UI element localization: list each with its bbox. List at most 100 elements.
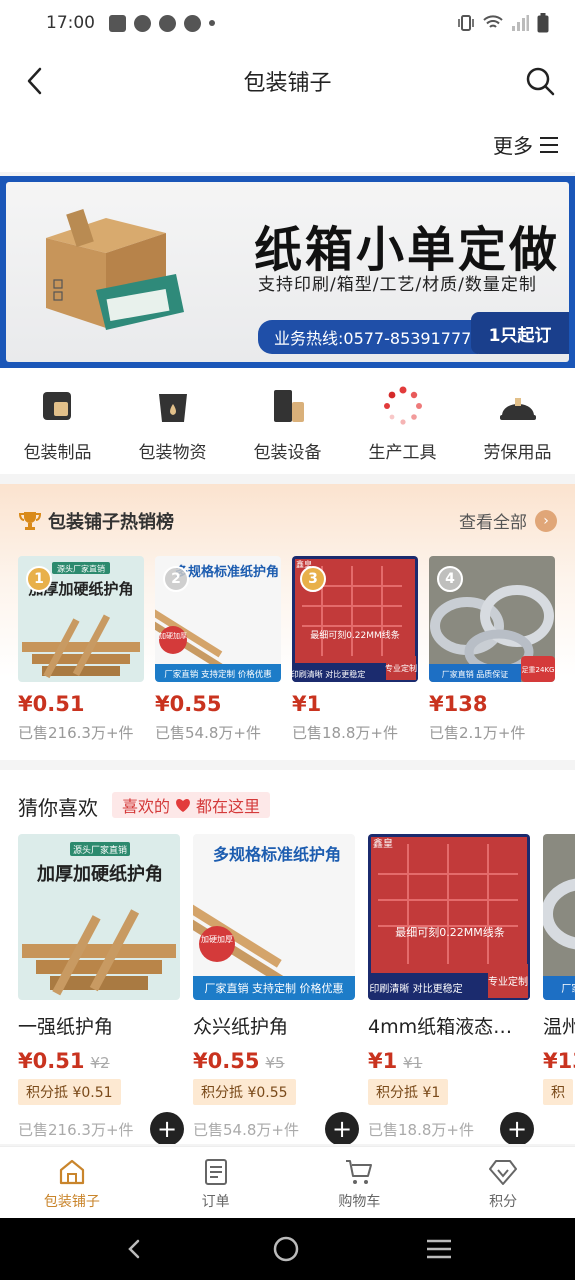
hot-product-card[interactable]: 多规格标准纸护角 加硬加厚 厂家直销 支持定制 价格优惠 2 ¥0.55 已售5… xyxy=(155,556,281,743)
hot-product-card[interactable]: 鑫皇 最细可刻0.22MM线条 印刷清晰 对比更稳定 专业定制 3 ¥1 已售1… xyxy=(292,556,418,743)
app-notification-icon xyxy=(159,14,176,32)
product-image: 多规格标准纸护角 加硬加厚 厂家直销 支持定制 价格优惠 xyxy=(193,834,355,1000)
chevron-right-icon: › xyxy=(535,509,557,532)
order-list-icon xyxy=(204,1159,227,1185)
points-deduct-badge: 积 xyxy=(543,1079,573,1105)
recommend-product-card[interactable]: 鑫皇 最细可刻0.22MM线条 印刷清晰 对比更稳定 专业定制 4mm纸箱液态树… xyxy=(368,834,534,1144)
product-image: 鑫皇 最细可刻0.22MM线条 印刷清晰 对比更稳定 专业定制 3 xyxy=(292,556,418,682)
product-sold-count: 已售2.1万+件 xyxy=(429,724,526,742)
system-home-icon[interactable] xyxy=(272,1235,300,1263)
svg-text:专业定制: 专业定制 xyxy=(385,663,417,673)
tag-text-after: 都在这里 xyxy=(196,797,261,816)
heart-icon xyxy=(176,799,190,812)
tab-points[interactable]: 积分 xyxy=(431,1147,575,1218)
product-image: 鑫皇 最细可刻0.22MM线条 印刷清晰 对比更稳定 专业定制 xyxy=(368,834,530,1000)
packaging-supplies-icon xyxy=(158,394,187,422)
hot-product-card[interactable]: 厂家直销 品质保证 足重24KG 4 ¥138 已售2.1万+件 xyxy=(429,556,555,743)
steel-wire-product-image: 厂家直销 品质保证 xyxy=(543,834,575,1000)
promo-banner[interactable]: 纸箱小单定做 支持印刷/箱型/工艺/材质/数量定制 业务热线:0577-8539… xyxy=(0,176,575,368)
system-back-icon[interactable] xyxy=(123,1237,147,1261)
svg-text:多规格标准纸护角: 多规格标准纸护角 xyxy=(213,845,341,864)
category-safety-supplies[interactable]: 劳保用品 xyxy=(460,368,575,474)
recommend-product-card[interactable]: 厂家直销 品质保证 温州 ¥13 积 xyxy=(543,834,575,1140)
shop-home-icon xyxy=(59,1159,84,1185)
category-packaging-products[interactable]: 包装制品 xyxy=(0,368,115,474)
tab-label: 订单 xyxy=(201,1194,230,1210)
system-nav-bar xyxy=(0,1218,575,1280)
add-to-cart-button[interactable]: + xyxy=(500,1112,534,1144)
svg-text:专业定制: 专业定制 xyxy=(488,975,528,988)
category-label: 包装物资 xyxy=(138,443,207,463)
system-recents-icon[interactable] xyxy=(425,1237,453,1261)
svg-text:源头厂家直销: 源头厂家直销 xyxy=(73,844,127,856)
original-price: ¥5 xyxy=(265,1054,285,1072)
rank-badge: 1 xyxy=(26,566,52,592)
signal-icon xyxy=(512,15,529,31)
category-label: 生产工具 xyxy=(368,443,437,463)
packaging-products-icon xyxy=(42,392,71,420)
product-sold-count: 已售18.8万+件 xyxy=(292,724,398,742)
product-price: ¥0.55 xyxy=(193,1049,260,1073)
product-sold-count: 已售216.3万+件 xyxy=(18,724,134,742)
product-price-row: ¥13 xyxy=(543,1049,575,1073)
banner-subline: 支持印刷/箱型/工艺/材质/数量定制 xyxy=(258,275,537,295)
packaging-equipment-icon xyxy=(273,390,304,422)
category-packaging-equipment[interactable]: 包装设备 xyxy=(230,368,345,474)
tab-shop-home[interactable]: 包装铺子 xyxy=(0,1147,144,1218)
safety-helmet-icon xyxy=(499,398,536,420)
svg-text:印刷清晰 对比更稳定: 印刷清晰 对比更稳定 xyxy=(292,669,365,679)
svg-text:加厚加硬纸护角: 加厚加硬纸护角 xyxy=(36,863,163,885)
more-notifications-icon xyxy=(209,20,215,26)
category-label: 包装设备 xyxy=(253,443,322,463)
tab-cart[interactable]: 购物车 xyxy=(288,1147,432,1218)
more-menu-button[interactable]: 更多 xyxy=(493,130,559,159)
hot-ranking-section: 包装铺子热销榜 查看全部 › 源头厂家直销 加厚加硬纸护角 1 ¥0.51 已售… xyxy=(0,484,575,760)
app-notification-icon xyxy=(109,14,126,32)
product-price-row: ¥1 ¥1 xyxy=(368,1049,530,1073)
search-icon[interactable] xyxy=(523,64,557,98)
product-image: 多规格标准纸护角 加硬加厚 厂家直销 支持定制 价格优惠 2 xyxy=(155,556,281,682)
product-price: ¥1 xyxy=(292,692,322,716)
tab-orders[interactable]: 订单 xyxy=(144,1147,288,1218)
product-name: 温州 xyxy=(543,1016,575,1038)
product-price: ¥1 xyxy=(368,1049,398,1073)
app-header: 包装铺子 xyxy=(0,46,575,116)
back-arrow-icon[interactable] xyxy=(20,64,54,98)
hot-ranking-title-text: 包装铺子热销榜 xyxy=(48,512,174,533)
svg-text:加硬加厚: 加硬加厚 xyxy=(201,934,233,944)
rank-badge: 4 xyxy=(437,566,463,592)
svg-text:多规格标准纸护角: 多规格标准纸护角 xyxy=(175,564,279,580)
original-price: ¥1 xyxy=(403,1054,423,1072)
rank-badge: 3 xyxy=(300,566,326,592)
category-grid: 包装制品 包装物资 包装设备 生产工具 劳保用品 xyxy=(0,368,575,474)
category-label: 包装制品 xyxy=(23,443,92,463)
hot-product-list: 源头厂家直销 加厚加硬纸护角 1 ¥0.51 已售216.3万+件 多规格标准纸… xyxy=(18,556,555,743)
product-price: ¥0.51 xyxy=(18,1049,85,1073)
recommend-product-card[interactable]: 源头厂家直销 加厚加硬纸护角 一强纸护角 ¥0.51 ¥2 积分抵 ¥0.51 … xyxy=(18,834,184,1144)
production-tools-icon xyxy=(383,386,422,425)
points-deduct-badge: 积分抵 ¥0.51 xyxy=(18,1079,121,1105)
carton-box-illustration xyxy=(46,209,184,330)
view-all-link[interactable]: 查看全部 › xyxy=(459,508,557,533)
hot-product-card[interactable]: 源头厂家直销 加厚加硬纸护角 1 ¥0.51 已售216.3万+件 xyxy=(18,556,144,743)
system-icons xyxy=(457,13,549,33)
product-price: ¥0.51 xyxy=(18,692,85,716)
view-all-label: 查看全部 xyxy=(459,513,527,533)
product-price-row: ¥0.51 ¥2 xyxy=(18,1049,180,1073)
svg-text:厂家直销 品质保证: 厂家直销 品质保证 xyxy=(561,982,575,995)
category-packaging-supplies[interactable]: 包装物资 xyxy=(115,368,230,474)
original-price: ¥2 xyxy=(90,1054,110,1072)
product-image: 厂家直销 品质保证 xyxy=(543,834,575,1000)
recommend-product-card[interactable]: 多规格标准纸护角 加硬加厚 厂家直销 支持定制 价格优惠 众兴纸护角 ¥0.55… xyxy=(193,834,359,1144)
category-production-tools[interactable]: 生产工具 xyxy=(345,368,460,474)
wifi-icon xyxy=(483,15,503,28)
product-name: 一强纸护角 xyxy=(18,1016,114,1038)
svg-text:印刷清晰 对比更稳定: 印刷清晰 对比更稳定 xyxy=(369,982,462,995)
product-price-row: ¥0.55 ¥5 xyxy=(193,1049,355,1073)
add-to-cart-button[interactable]: + xyxy=(150,1112,184,1144)
recommend-section: 猜你喜欢 喜欢的 都在这里 源头厂家直销 加厚加硬纸护角 一强纸护角 ¥0.51… xyxy=(0,770,575,1144)
status-bar: 17:00 xyxy=(0,0,575,46)
svg-text:鑫皇: 鑫皇 xyxy=(373,837,393,850)
add-to-cart-button[interactable]: + xyxy=(325,1112,359,1144)
resin-plate-product-image: 鑫皇 最细可刻0.22MM线条 印刷清晰 对比更稳定 专业定制 xyxy=(368,834,530,1000)
